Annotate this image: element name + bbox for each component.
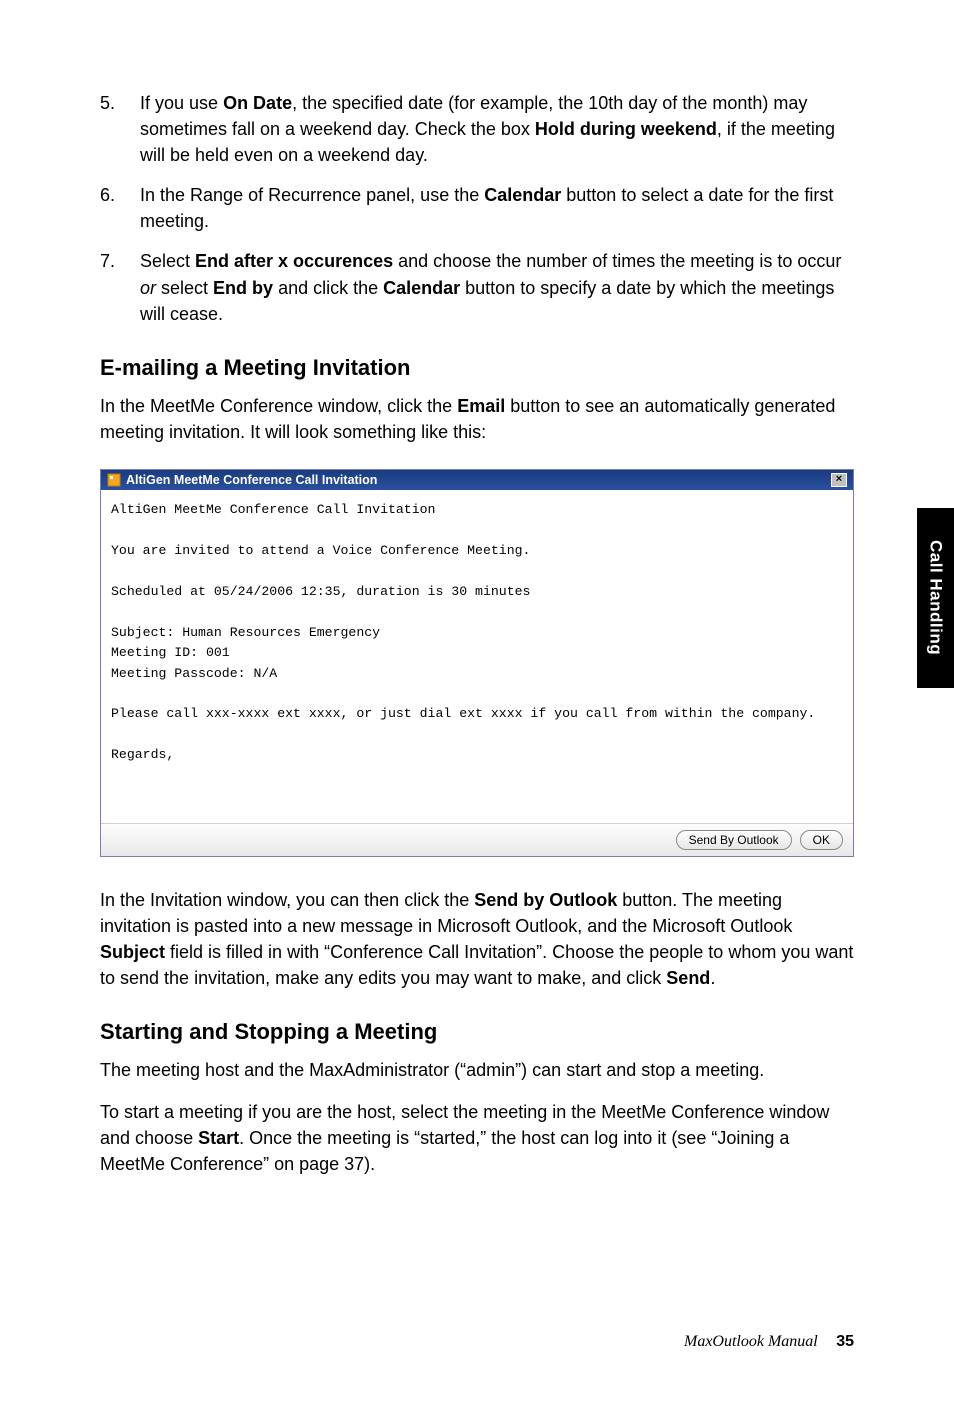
list-item: 6.In the Range of Recurrence panel, use …: [100, 182, 854, 234]
dialog-line: Scheduled at 05/24/2006 12:35, duration …: [111, 582, 843, 602]
dialog-line: [111, 602, 843, 622]
numbered-list: 5.If you use On Date, the specified date…: [100, 90, 854, 327]
list-text: Select End after x occurences and choose…: [140, 248, 854, 326]
dialog-line: [111, 725, 843, 745]
list-item: 5.If you use On Date, the specified date…: [100, 90, 854, 168]
dialog-line: Meeting Passcode: N/A: [111, 664, 843, 684]
send-by-outlook-button[interactable]: Send By Outlook: [676, 830, 792, 850]
paragraph-start-1: The meeting host and the MaxAdministrato…: [100, 1057, 854, 1083]
dialog-line: [111, 786, 843, 806]
dialog-titlebar: AltiGen MeetMe Conference Call Invitatio…: [101, 470, 853, 490]
dialog-body: AltiGen MeetMe Conference Call Invitatio…: [101, 490, 853, 823]
dialog-line: You are invited to attend a Voice Confer…: [111, 541, 843, 561]
list-number: 7.: [100, 248, 140, 326]
dialog-line: Meeting ID: 001: [111, 643, 843, 663]
side-tab-call-handling: Call Handling: [917, 508, 954, 688]
list-item: 7.Select End after x occurences and choo…: [100, 248, 854, 326]
dialog-line: [111, 561, 843, 581]
paragraph-email-intro: In the MeetMe Conference window, click t…: [100, 393, 854, 445]
dialog-footer: Send By Outlook OK: [101, 823, 853, 856]
footer-page-number: 35: [836, 1333, 854, 1350]
list-text: In the Range of Recurrence panel, use th…: [140, 182, 854, 234]
dialog-line: AltiGen MeetMe Conference Call Invitatio…: [111, 500, 843, 520]
dialog-line: Please call xxx-xxxx ext xxxx, or just d…: [111, 704, 843, 724]
dialog-line: [111, 520, 843, 540]
paragraph-invitation-explain: In the Invitation window, you can then c…: [100, 887, 854, 991]
paragraph-start-2: To start a meeting if you are the host, …: [100, 1099, 854, 1177]
dialog-line: Subject: Human Resources Emergency: [111, 623, 843, 643]
footer-book-title: MaxOutlook Manual: [684, 1333, 818, 1350]
page-footer: MaxOutlook Manual 35: [684, 1333, 854, 1351]
heading-email-invitation: E-mailing a Meeting Invitation: [100, 355, 854, 381]
heading-start-stop: Starting and Stopping a Meeting: [100, 1019, 854, 1045]
dialog-line: Regards,: [111, 745, 843, 765]
invitation-dialog: AltiGen MeetMe Conference Call Invitatio…: [100, 469, 854, 857]
ok-button[interactable]: OK: [800, 830, 843, 850]
side-tab-label: Call Handling: [926, 540, 946, 655]
dialog-line: [111, 766, 843, 786]
dialog-title: AltiGen MeetMe Conference Call Invitatio…: [126, 473, 377, 487]
dialog-line: [111, 684, 843, 704]
list-text: If you use On Date, the specified date (…: [140, 90, 854, 168]
list-number: 5.: [100, 90, 140, 168]
list-number: 6.: [100, 182, 140, 234]
close-icon[interactable]: ×: [831, 473, 847, 487]
app-icon: [107, 473, 121, 487]
